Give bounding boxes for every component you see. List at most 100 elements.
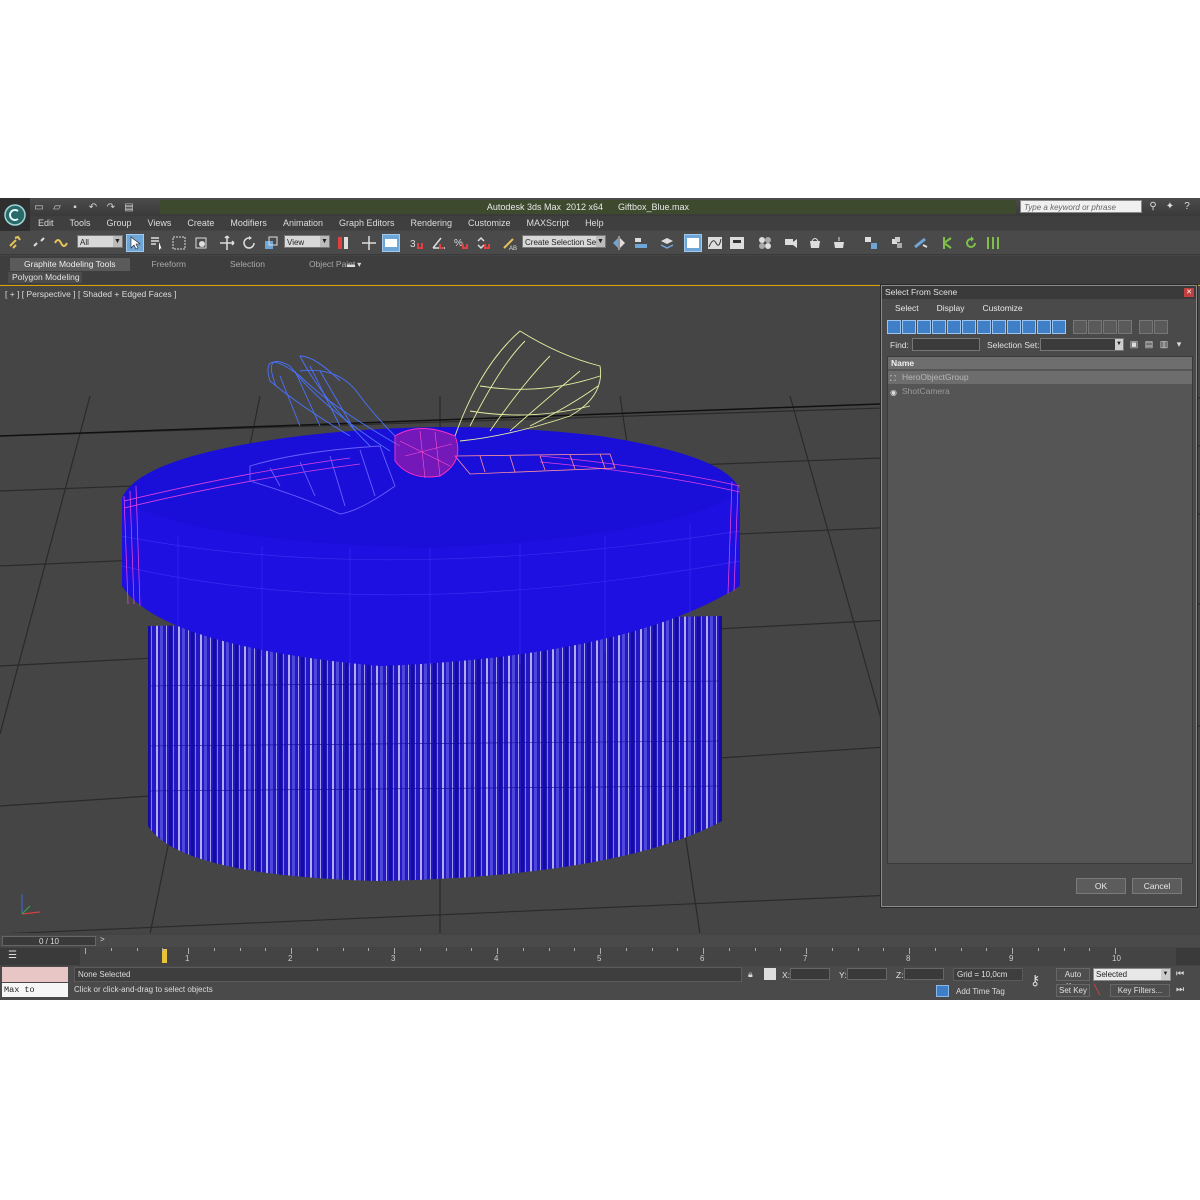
- dialog-menu-customize[interactable]: Customize: [974, 302, 1032, 314]
- viewport-label[interactable]: [ + ] [ Perspective ] [ Shaded + Edged F…: [5, 289, 177, 299]
- ribbon-options-icon[interactable]: ▬ ▾: [347, 260, 361, 269]
- filter-icon[interactable]: [1139, 320, 1153, 334]
- expand-icon[interactable]: ▾: [1173, 339, 1185, 351]
- mini-curve-editor-icon[interactable]: ☰: [8, 950, 17, 961]
- y-coordinate-field[interactable]: [847, 968, 887, 980]
- lights-filter-icon[interactable]: [917, 320, 931, 334]
- go-to-start-icon[interactable]: ⏮: [1176, 968, 1184, 979]
- list-item[interactable]: ◉ ShotCamera: [888, 385, 1192, 398]
- frozen-filter-icon[interactable]: [1037, 320, 1051, 334]
- redo-icon[interactable]: ↷: [104, 201, 118, 213]
- column-header-name[interactable]: Name: [888, 357, 1192, 369]
- spinner-snap-icon[interactable]: [474, 234, 492, 252]
- mirror-icon[interactable]: [610, 234, 628, 252]
- x-coordinate-field[interactable]: [790, 968, 830, 980]
- percent-snap-icon[interactable]: %: [452, 234, 470, 252]
- key-mode-dropdown[interactable]: Selected ▼: [1093, 968, 1171, 981]
- cameras-filter-icon[interactable]: [932, 320, 946, 334]
- bind-spacewarp-icon[interactable]: [52, 234, 70, 252]
- time-cursor[interactable]: [162, 949, 167, 963]
- maxscript-listener-output[interactable]: [2, 967, 68, 982]
- close-icon[interactable]: ✕: [1184, 288, 1194, 297]
- select-all-icon[interactable]: ▣: [1128, 339, 1140, 351]
- curve-editor-icon[interactable]: [706, 234, 724, 252]
- menu-group[interactable]: Group: [99, 216, 140, 230]
- rotate-icon[interactable]: [240, 234, 258, 252]
- edit-named-selection-icon[interactable]: ABC: [500, 234, 518, 252]
- scale-icon[interactable]: [262, 234, 280, 252]
- menu-customize[interactable]: Customize: [460, 216, 519, 230]
- material-editor-icon[interactable]: [756, 234, 774, 252]
- tab-object-paint[interactable]: Object Paint: [287, 258, 377, 271]
- next-frame-icon[interactable]: >: [100, 935, 105, 944]
- select-and-manipulate-icon[interactable]: [360, 234, 378, 252]
- display-none-icon[interactable]: [1088, 320, 1102, 334]
- hidden-filter-icon[interactable]: [1052, 320, 1066, 334]
- menu-edit[interactable]: Edit: [30, 216, 62, 230]
- viewport-layout-icon[interactable]: [862, 234, 880, 252]
- object-list[interactable]: Name ⛶ HeroObjectGroup ◉ ShotCamera: [887, 356, 1193, 864]
- graphite-toggle-icon[interactable]: [684, 234, 702, 252]
- tab-graphite-modeling-tools[interactable]: Graphite Modeling Tools: [10, 258, 130, 271]
- time-slider[interactable]: 0 / 10 >: [0, 935, 1200, 947]
- brazil-toolbar-icon[interactable]: [984, 234, 1002, 252]
- sync-selection-icon[interactable]: [1118, 320, 1132, 334]
- keyboard-shortcut-override-icon[interactable]: [382, 234, 400, 252]
- undo-icon[interactable]: ↶: [86, 201, 100, 213]
- menu-animation[interactable]: Animation: [275, 216, 331, 230]
- open-file-icon[interactable]: ▱: [50, 201, 64, 213]
- menu-views[interactable]: Views: [140, 216, 180, 230]
- geometry-filter-icon[interactable]: [887, 320, 901, 334]
- render-production-icon[interactable]: [830, 234, 848, 252]
- z-coordinate-field[interactable]: [904, 968, 944, 980]
- auto-key-button[interactable]: Auto Key: [1056, 968, 1090, 991]
- pivot-center-icon[interactable]: [334, 234, 352, 252]
- save-file-icon[interactable]: ▪: [68, 201, 82, 213]
- binoculars-icon[interactable]: ⚲: [1146, 200, 1160, 213]
- absolute-mode-icon[interactable]: [764, 968, 776, 980]
- compositor-link-icon[interactable]: [962, 234, 980, 252]
- frame-ruler[interactable]: 1 2 3 4 5 6 7 8 9 10: [80, 948, 1176, 965]
- groups-filter-icon[interactable]: [977, 320, 991, 334]
- containers-filter-icon[interactable]: [1022, 320, 1036, 334]
- add-time-tag[interactable]: Add Time Tag: [956, 987, 1005, 996]
- panel-polygon-modeling[interactable]: Polygon Modeling: [8, 272, 82, 283]
- asset-tracking-icon[interactable]: [912, 234, 930, 252]
- help-icon[interactable]: ?: [1180, 200, 1194, 213]
- menu-modifiers[interactable]: Modifiers: [222, 216, 275, 230]
- reference-coordinate-dropdown[interactable]: View ▼: [284, 235, 330, 248]
- layer-manager-icon[interactable]: [658, 234, 676, 252]
- frame-indicator[interactable]: 0 / 10: [2, 936, 96, 946]
- selection-set-dropdown[interactable]: ▼: [1040, 338, 1124, 351]
- menu-tools[interactable]: Tools: [62, 216, 99, 230]
- snaps-toggle-icon[interactable]: 3: [408, 234, 426, 252]
- key-filter-icon[interactable]: ╲: [1094, 985, 1108, 997]
- spacewarps-filter-icon[interactable]: [962, 320, 976, 334]
- set-key-button[interactable]: Set Key: [1056, 984, 1090, 997]
- tab-freeform[interactable]: Freeform: [130, 258, 208, 271]
- render-setup-icon[interactable]: [782, 234, 800, 252]
- helpers-filter-icon[interactable]: [947, 320, 961, 334]
- move-icon[interactable]: [218, 234, 236, 252]
- angle-snap-icon[interactable]: [430, 234, 448, 252]
- dialog-menu-display[interactable]: Display: [928, 302, 974, 314]
- dialog-menu-select[interactable]: Select: [886, 302, 928, 314]
- bones-filter-icon[interactable]: [1007, 320, 1021, 334]
- menu-graph-editors[interactable]: Graph Editors: [331, 216, 403, 230]
- menu-maxscript[interactable]: MAXScript: [519, 216, 578, 230]
- link-icon[interactable]: [6, 234, 24, 252]
- display-all-icon[interactable]: [1073, 320, 1087, 334]
- rendered-frame-window-icon[interactable]: [806, 234, 824, 252]
- list-item[interactable]: ⛶ HeroObjectGroup: [888, 371, 1192, 384]
- lock-icon[interactable]: 🔒︎: [748, 969, 753, 980]
- state-sets-icon[interactable]: [940, 234, 958, 252]
- cancel-button[interactable]: Cancel: [1132, 878, 1182, 894]
- select-object-icon[interactable]: [126, 234, 144, 252]
- communication-icon[interactable]: ✦: [1163, 200, 1177, 213]
- ok-button[interactable]: OK: [1076, 878, 1126, 894]
- find-input[interactable]: [912, 338, 980, 351]
- unlink-icon[interactable]: [30, 234, 48, 252]
- align-icon[interactable]: [632, 234, 650, 252]
- new-file-icon[interactable]: ▭: [32, 201, 46, 213]
- selection-filter-dropdown[interactable]: All ▼: [77, 235, 123, 248]
